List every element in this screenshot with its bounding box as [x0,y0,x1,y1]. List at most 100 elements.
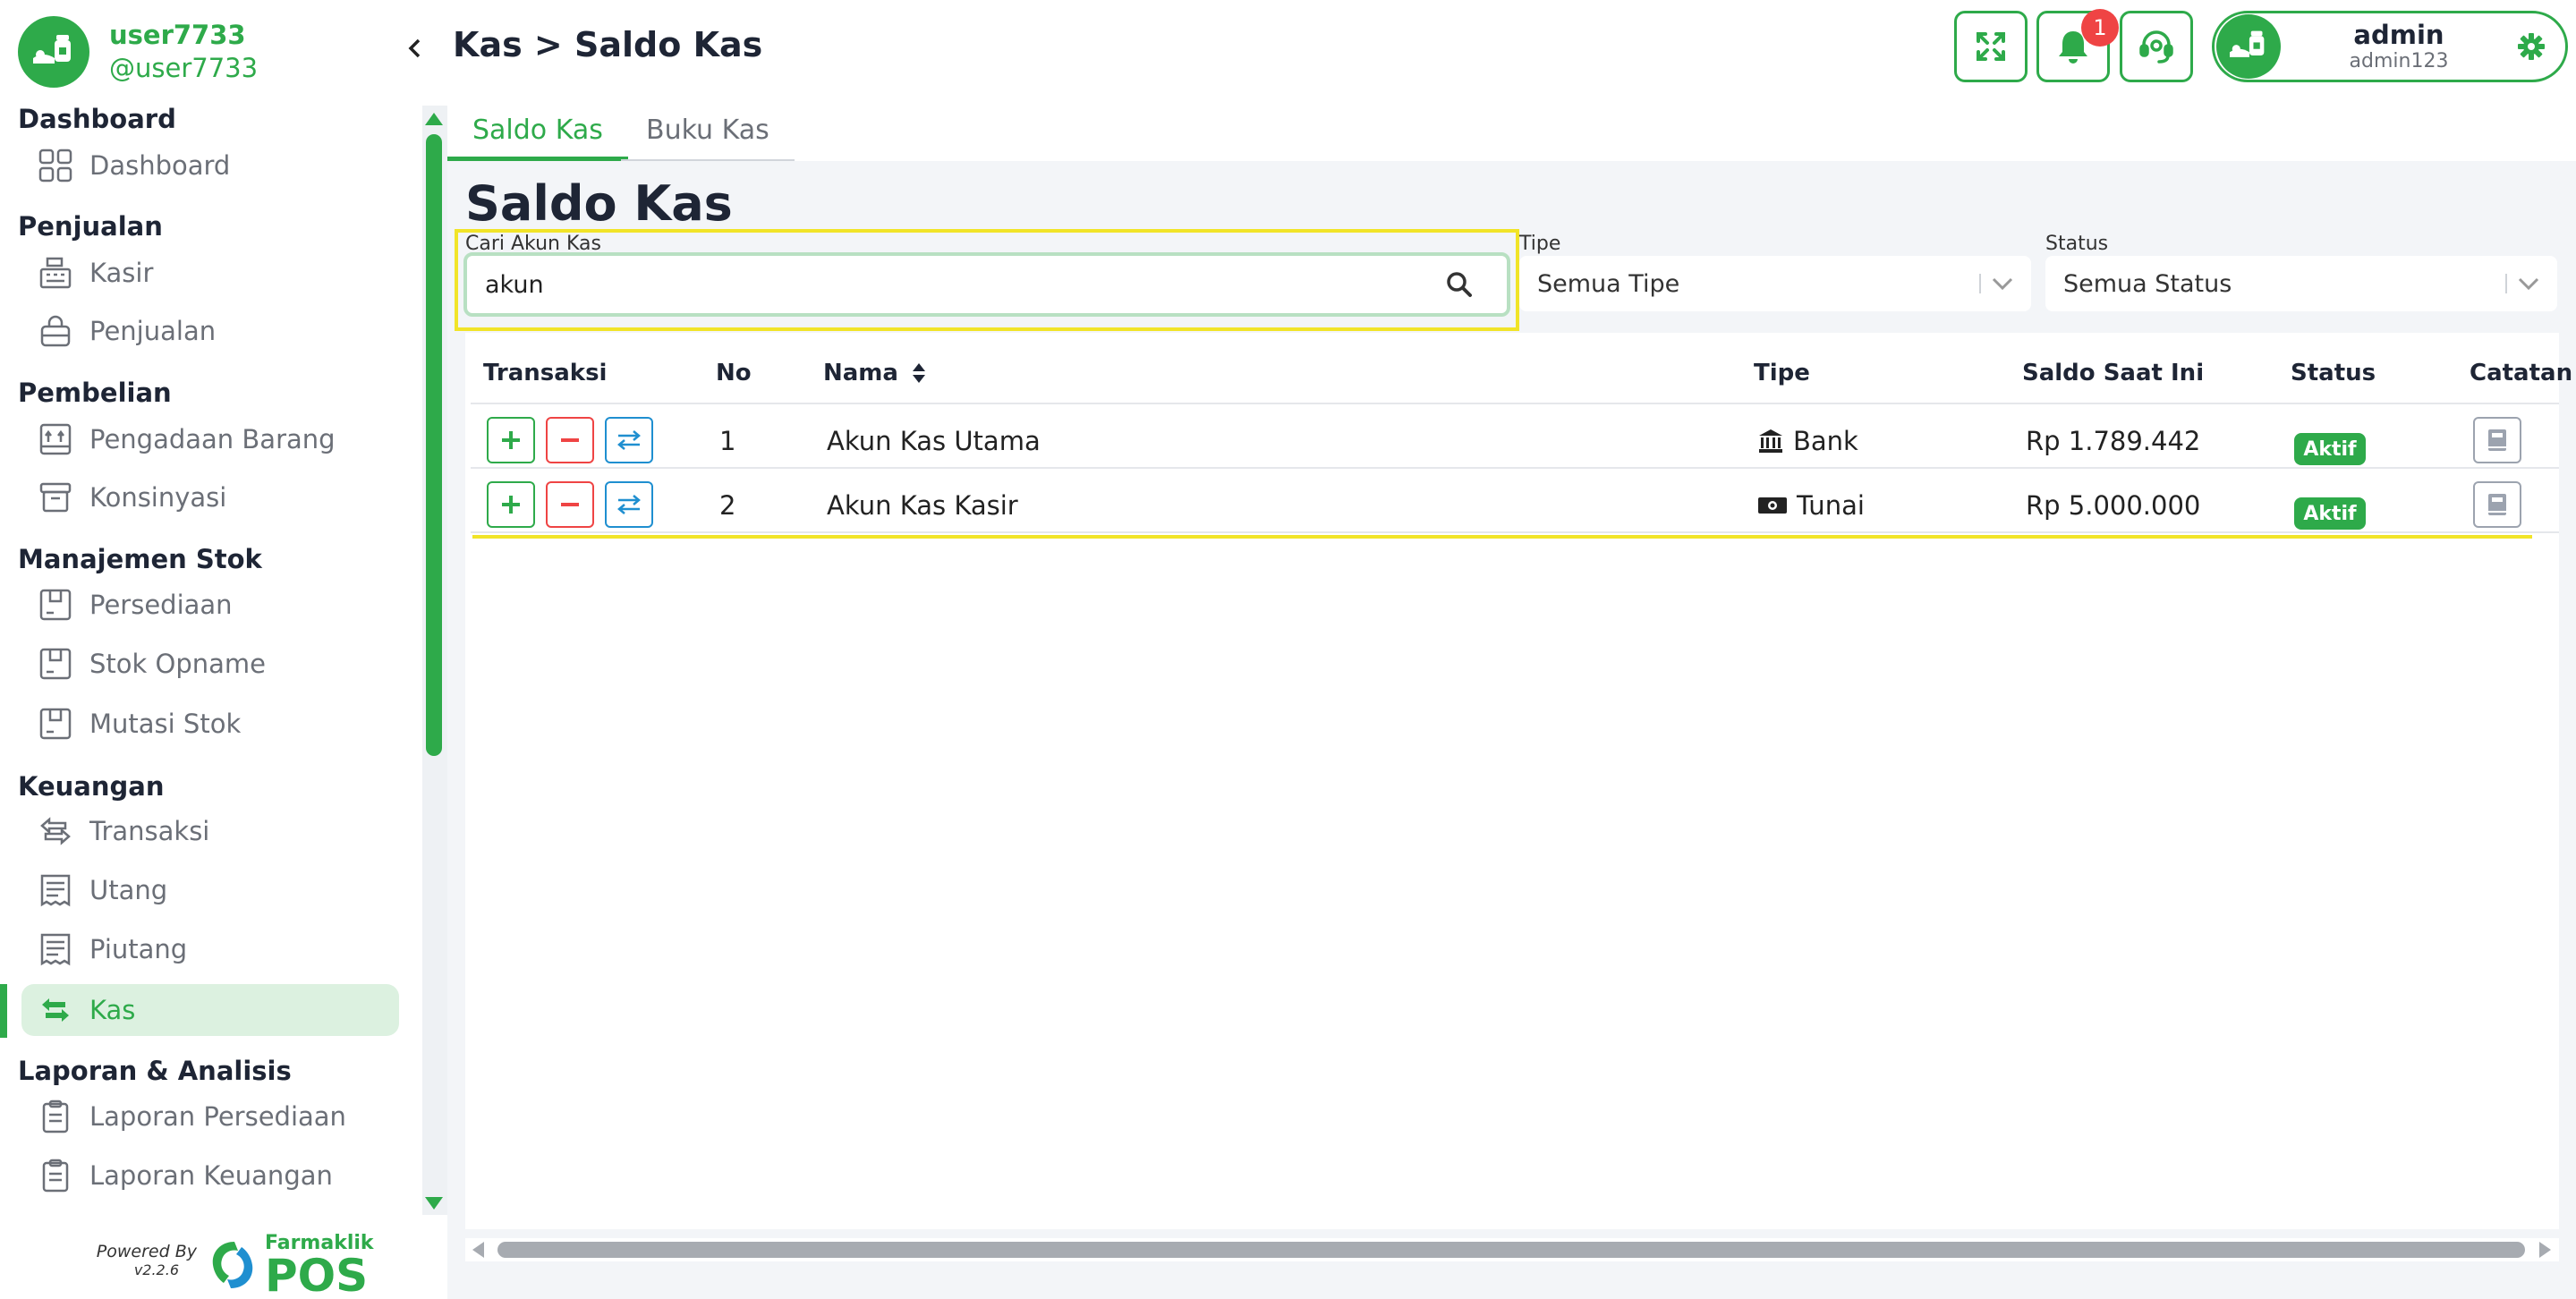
exchange-icon [38,813,73,849]
gear-icon[interactable] [2517,32,2546,61]
profile-button[interactable]: admin admin123 [2212,11,2568,82]
sidebar-item-laporan-keuangan[interactable]: Laporan Keuangan [21,1150,399,1201]
status-select[interactable]: Semua Status [2045,256,2557,311]
table-scroll-thumb[interactable] [497,1242,2525,1258]
sidebar-group-manajemen-stok: Manajemen Stok [18,544,262,574]
sidebar-item-persediaan[interactable]: Persediaan [21,579,399,631]
sidebar-item-pengadaan-barang[interactable]: Pengadaan Barang [21,413,399,465]
exchange-icon [38,992,73,1028]
plus-icon [502,496,520,514]
row-nama: Akun Kas Utama [827,426,1041,456]
add-transaction-button[interactable] [487,481,535,528]
active-indicator [0,984,7,1038]
sidebar-item-konsinyasi[interactable]: Konsinyasi [21,471,399,523]
tab-buku-kas[interactable]: Buku Kas [621,111,795,161]
scroll-right-arrow-icon[interactable] [2539,1242,2551,1258]
box-icon [38,706,73,742]
powered-by-label: Powered By [96,1242,197,1261]
sidebar-user-name: user7733 [109,20,246,50]
notification-count-badge: 1 [2081,9,2119,47]
sidebar-item-label: Laporan Keuangan [89,1160,333,1191]
search-icon[interactable] [1446,271,1473,298]
row-nama: Akun Kas Kasir [827,490,1018,521]
farmaklik-logo-icon [212,1242,253,1288]
grid-icon [38,148,73,183]
pharmacy-logo-icon [2230,30,2265,57]
sidebar-item-label: Penjualan [89,316,217,346]
sidebar-item-kas[interactable]: Kas [21,984,399,1036]
avatar [2216,14,2281,79]
sidebar-group-pembelian: Pembelian [18,378,172,408]
money-bill-icon [1758,497,1787,514]
chevron-down-icon [2518,277,2539,291]
column-header-transaksi: Transaksi [483,360,608,386]
transfer-button[interactable] [605,481,653,528]
book-icon [2488,494,2506,515]
select-separator [2505,274,2507,293]
sidebar-group-penjualan: Penjualan [18,211,163,242]
scroll-up-arrow-icon[interactable] [425,113,443,125]
subtract-transaction-button[interactable] [546,417,594,463]
sidebar-item-label: Piutang [89,934,188,964]
scroll-down-arrow-icon[interactable] [425,1197,443,1210]
sidebar-item-penjualan[interactable]: Penjualan [21,305,399,357]
sidebar: user7733 @user7733 Dashboard Dashboard P… [0,0,421,1299]
highlight-underline [472,535,2532,539]
breadcrumb: Kas > Saldo Kas [453,25,763,64]
sidebar-item-label: Dashboard [89,150,231,181]
search-field[interactable] [463,252,1510,317]
tipe-select[interactable]: Semua Tipe [1519,256,2031,311]
sidebar-user-handle: @user7733 [109,53,259,83]
headset-icon [2139,30,2173,64]
sidebar-item-mutasi-stok[interactable]: Mutasi Stok [21,698,399,750]
sidebar-item-label: Transaksi [89,816,210,846]
column-header-nama[interactable]: Nama [823,360,927,386]
sidebar-item-kasir[interactable]: Kasir [21,247,399,299]
expand-icon [1977,32,2005,61]
tipe-label: Tipe [1519,233,1561,255]
brand-logo: Farmaklik POS [208,1233,374,1298]
row-divider [471,531,2559,533]
profile-username: admin123 [2349,50,2449,72]
receipt-icon [38,931,73,967]
row-tipe: Tunai [1757,490,1865,521]
status-badge: Aktif [2294,433,2366,465]
sidebar-item-utang[interactable]: Utang [21,864,399,916]
column-header-catatan: Catatan [2470,360,2573,386]
sidebar-user: user7733 @user7733 [18,16,258,88]
sidebar-item-laporan-persediaan[interactable]: Laporan Persediaan [21,1091,399,1142]
sidebar-item-dashboard[interactable]: Dashboard [21,140,399,191]
row-no: 2 [719,490,736,521]
row-no: 1 [719,426,736,456]
sidebar-item-label: Pengadaan Barang [89,424,336,454]
add-transaction-button[interactable] [487,417,535,463]
transfer-button[interactable] [605,417,653,463]
notes-button[interactable] [2473,481,2521,528]
sidebar-group-dashboard: Dashboard [18,104,176,134]
sidebar-group-keuangan: Keuangan [18,771,165,802]
sidebar-item-label: Mutasi Stok [89,709,242,739]
shopping-bag-icon [38,313,73,349]
sidebar-group-laporan: Laporan & Analisis [18,1056,292,1086]
sidebar-item-piutang[interactable]: Piutang [21,923,399,975]
support-button[interactable] [2120,11,2193,82]
tab-saldo-kas[interactable]: Saldo Kas [447,111,628,161]
notes-button[interactable] [2473,417,2521,463]
sort-icon[interactable] [911,361,927,385]
scroll-left-arrow-icon[interactable] [472,1242,484,1258]
column-header-saldo: Saldo Saat Ini [2022,360,2205,386]
sidebar-item-stok-opname[interactable]: Stok Opname [21,638,399,690]
minus-icon [561,438,579,442]
row-tipe: Bank [1757,426,1858,456]
plus-icon [502,431,520,449]
subtract-transaction-button[interactable] [546,481,594,528]
sidebar-scroll-thumb[interactable] [426,134,442,756]
search-input[interactable] [485,270,1446,299]
pharmacy-logo-icon [33,35,71,64]
box-icon [38,587,73,623]
fullscreen-button[interactable] [1954,11,2028,82]
powered-by: Powered By v2.2.6 [89,1242,197,1278]
collapse-sidebar-button[interactable] [408,34,421,65]
sidebar-item-transaksi[interactable]: Transaksi [21,805,399,857]
tab-bar: Saldo Kas Buku Kas [447,97,2576,161]
